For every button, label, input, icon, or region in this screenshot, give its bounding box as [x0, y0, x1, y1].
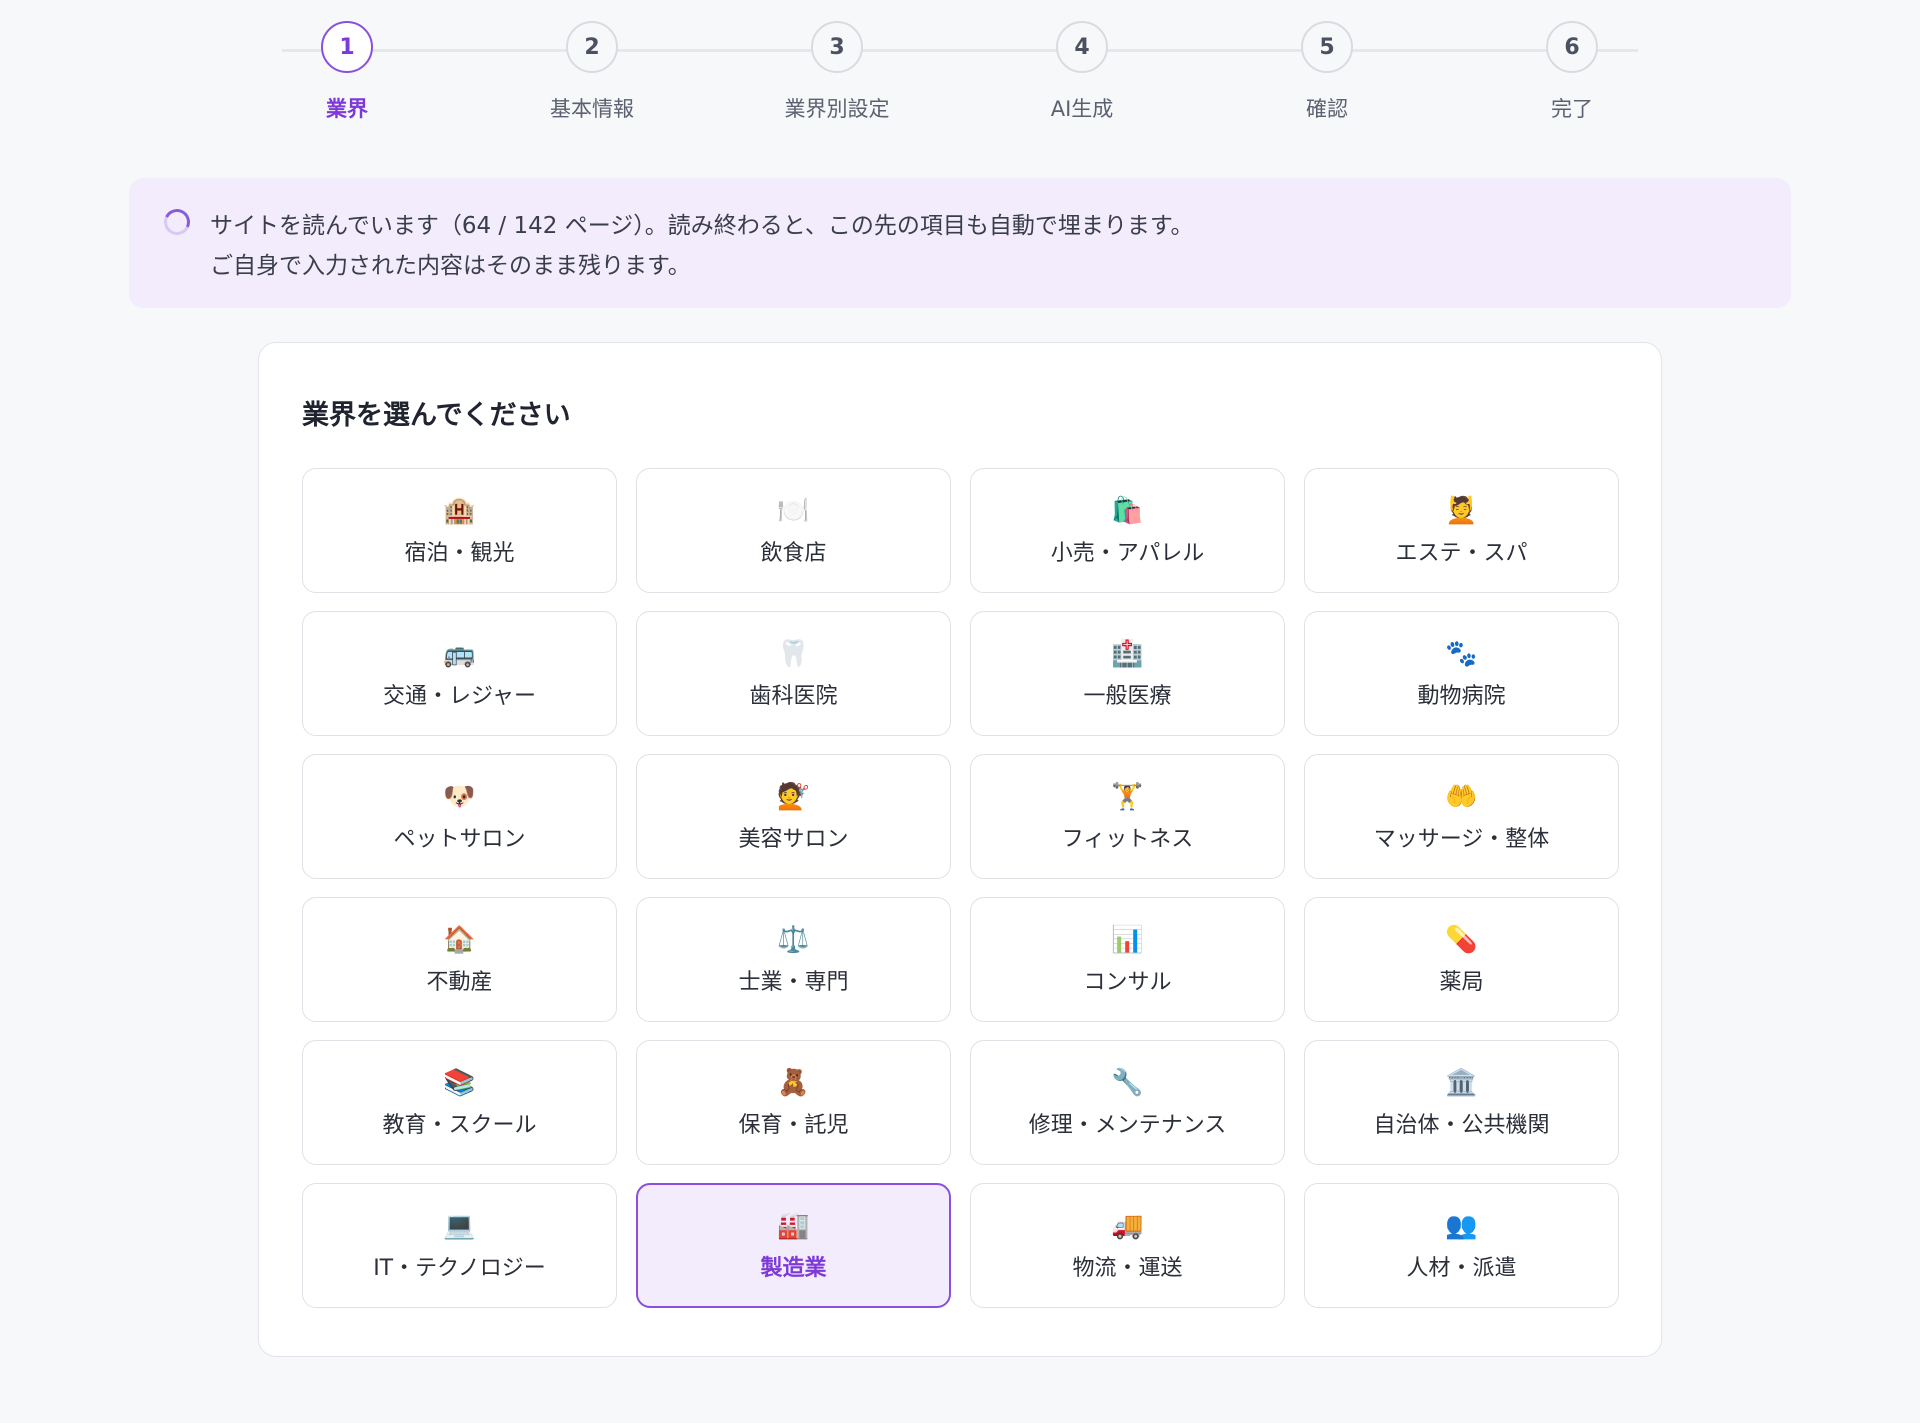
step-number-circle: 1 — [321, 21, 373, 73]
industry-option-8[interactable]: 🐾 動物病院 — [1304, 611, 1619, 736]
industry-grid: 🏨 宿泊・観光 🍽️ 飲食店 🛍️ 小売・アパレル 💆 エステ・スパ 🚌 交通・レジャー 🦷 歯科医院… — [302, 468, 1620, 1308]
industry-option-17[interactable]: 📚 教育・スクール — [302, 1040, 617, 1165]
step-4[interactable]: 4 AI生成 — [982, 21, 1182, 123]
step-number-circle: 2 — [566, 21, 618, 73]
bus-icon: 🚌 — [443, 638, 476, 669]
industry-option-10[interactable]: 💇 美容サロン — [636, 754, 951, 879]
industry-option-label: 教育・スクール — [382, 1112, 537, 1138]
step-label: 基本情報 — [550, 97, 634, 121]
industry-option-6[interactable]: 🦷 歯科医院 — [636, 611, 951, 736]
hospital-icon: 🏥 — [1111, 638, 1144, 669]
step-number-circle: 5 — [1301, 21, 1353, 73]
industry-option-label: 物流・運送 — [1072, 1255, 1183, 1281]
haircut-icon: 💇 — [777, 781, 810, 812]
industry-option-label: 不動産 — [426, 969, 493, 995]
shopping-bag-icon: 🛍️ — [1111, 495, 1144, 526]
industry-option-label: 一般医療 — [1083, 683, 1172, 709]
industry-option-label: IT・テクノロジー — [373, 1255, 546, 1281]
industry-option-label: エステ・スパ — [1395, 540, 1528, 566]
open-hands-icon: 🤲 — [1445, 781, 1478, 812]
industry-option-label: 薬局 — [1439, 969, 1484, 995]
industry-option-5[interactable]: 🚌 交通・レジャー — [302, 611, 617, 736]
industry-option-label: フィットネス — [1061, 826, 1194, 852]
industry-option-label: コンサル — [1083, 969, 1172, 995]
industry-option-3[interactable]: 🛍️ 小売・アパレル — [970, 468, 1285, 593]
factory-icon: 🏭 — [777, 1210, 810, 1241]
pill-icon: 💊 — [1445, 924, 1478, 955]
industry-select-title: 業界を選んでください — [302, 400, 571, 431]
industry-option-22[interactable]: 🏭 製造業 — [636, 1183, 951, 1308]
teddy-bear-icon: 🧸 — [777, 1067, 810, 1098]
house-icon: 🏠 — [443, 924, 476, 955]
step-label: 確認 — [1306, 97, 1348, 121]
step-2[interactable]: 2 基本情報 — [492, 21, 692, 123]
industry-option-23[interactable]: 🚚 物流・運送 — [970, 1183, 1285, 1308]
people-icon: 👥 — [1445, 1210, 1478, 1241]
laptop-icon: 💻 — [443, 1210, 476, 1241]
step-number-circle: 3 — [811, 21, 863, 73]
industry-option-14[interactable]: ⚖️ 士業・専門 — [636, 897, 951, 1022]
step-label: AI生成 — [1050, 97, 1114, 121]
industry-option-12[interactable]: 🤲 マッサージ・整体 — [1304, 754, 1619, 879]
industry-option-label: 動物病院 — [1417, 683, 1506, 709]
industry-option-21[interactable]: 💻 IT・テクノロジー — [302, 1183, 617, 1308]
industry-option-19[interactable]: 🔧 修理・メンテナンス — [970, 1040, 1285, 1165]
industry-option-label: 製造業 — [760, 1255, 827, 1281]
industry-option-2[interactable]: 🍽️ 飲食店 — [636, 468, 951, 593]
stepper-track — [282, 49, 1638, 52]
step-label: 完了 — [1551, 97, 1593, 121]
step-number-circle: 4 — [1056, 21, 1108, 73]
industry-option-13[interactable]: 🏠 不動産 — [302, 897, 617, 1022]
industry-option-label: 小売・アパレル — [1050, 540, 1205, 566]
industry-option-16[interactable]: 💊 薬局 — [1304, 897, 1619, 1022]
scales-icon: ⚖️ — [777, 924, 810, 955]
massage-face-icon: 💆 — [1445, 495, 1478, 526]
bar-chart-icon: 📊 — [1111, 924, 1144, 955]
industry-option-11[interactable]: 🏋️ フィットネス — [970, 754, 1285, 879]
step-3[interactable]: 3 業界別設定 — [737, 21, 937, 123]
weightlifter-icon: 🏋️ — [1111, 781, 1144, 812]
loading-spinner-icon — [160, 205, 194, 239]
industry-option-label: 士業・専門 — [738, 969, 849, 995]
government-building-icon: 🏛️ — [1445, 1067, 1478, 1098]
industry-select-card: 業界を選んでください 🏨 宿泊・観光 🍽️ 飲食店 🛍️ 小売・アパレル 💆 エステ・スパ 🚌 交… — [258, 342, 1662, 1357]
industry-option-15[interactable]: 📊 コンサル — [970, 897, 1285, 1022]
wrench-icon: 🔧 — [1111, 1067, 1144, 1098]
industry-option-label: 自治体・公共機関 — [1373, 1112, 1550, 1138]
step-5[interactable]: 5 確認 — [1227, 21, 1427, 123]
industry-option-label: 宿泊・観光 — [404, 540, 515, 566]
industry-option-9[interactable]: 🐶 ペットサロン — [302, 754, 617, 879]
industry-option-20[interactable]: 🏛️ 自治体・公共機関 — [1304, 1040, 1619, 1165]
step-1[interactable]: 1 業界 — [247, 21, 447, 123]
step-label: 業界別設定 — [784, 97, 890, 121]
progress-stepper: 1 業界 2 基本情報 3 業界別設定 4 AI生成 5 確認 6 完了 — [0, 0, 1920, 140]
dog-icon: 🐶 — [443, 781, 476, 812]
hotel-icon: 🏨 — [443, 495, 476, 526]
books-icon: 📚 — [443, 1067, 476, 1098]
industry-option-label: ペットサロン — [393, 826, 526, 852]
industry-option-label: 歯科医院 — [749, 683, 838, 709]
step-number-circle: 6 — [1546, 21, 1598, 73]
step-label: 業界 — [326, 97, 368, 121]
industry-option-label: 人材・派遣 — [1406, 1255, 1517, 1281]
site-reading-notice: サイトを読んでいます（64 / 142 ページ）。読み終わると、この先の項目も自… — [129, 178, 1791, 308]
paw-icon: 🐾 — [1445, 638, 1478, 669]
step-6[interactable]: 6 完了 — [1472, 21, 1672, 123]
industry-option-label: 保育・託児 — [738, 1112, 849, 1138]
industry-option-24[interactable]: 👥 人材・派遣 — [1304, 1183, 1619, 1308]
industry-option-1[interactable]: 🏨 宿泊・観光 — [302, 468, 617, 593]
notice-keep-input-text: ご自身で入力された内容はそのまま残ります。 — [210, 253, 691, 279]
industry-option-label: 飲食店 — [760, 540, 827, 566]
plate-icon: 🍽️ — [777, 495, 810, 526]
industry-option-label: 修理・メンテナンス — [1028, 1112, 1227, 1138]
industry-option-7[interactable]: 🏥 一般医療 — [970, 611, 1285, 736]
industry-option-4[interactable]: 💆 エステ・スパ — [1304, 468, 1619, 593]
delivery-truck-icon: 🚚 — [1111, 1210, 1144, 1241]
industry-option-label: 美容サロン — [738, 826, 849, 852]
tooth-icon: 🦷 — [777, 638, 810, 669]
industry-option-label: マッサージ・整体 — [1373, 826, 1550, 852]
industry-option-label: 交通・レジャー — [383, 683, 536, 709]
notice-progress-text: サイトを読んでいます（64 / 142 ページ）。読み終わると、この先の項目も自… — [210, 213, 1194, 239]
industry-option-18[interactable]: 🧸 保育・託児 — [636, 1040, 951, 1165]
